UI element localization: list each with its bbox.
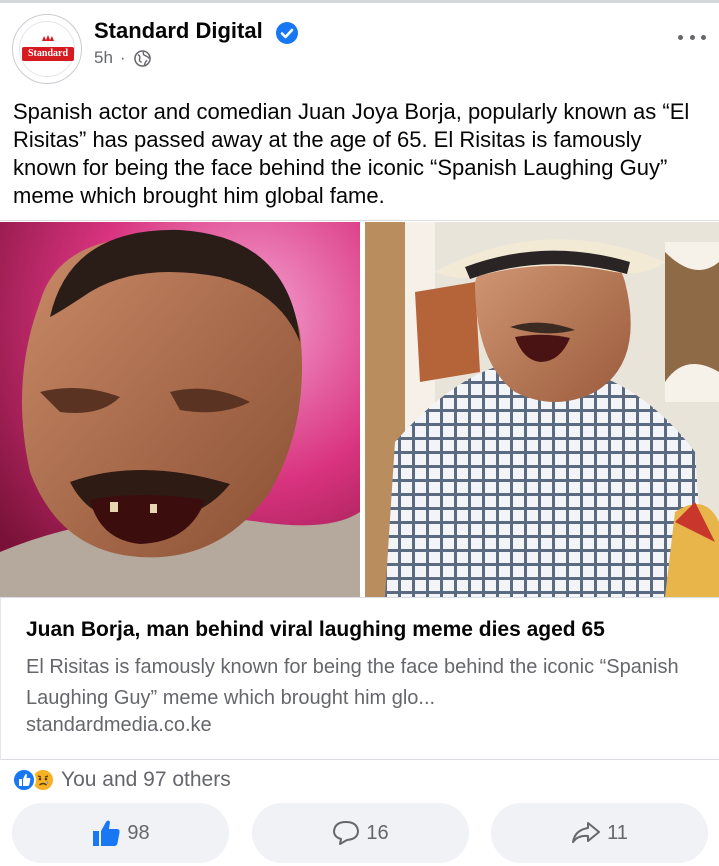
like-count: 98 — [127, 821, 150, 844]
meta-separator: · — [119, 48, 126, 67]
link-preview-card[interactable]: Juan Borja, man behind viral laughing me… — [0, 597, 719, 760]
photo-laughing-man-hat-checked-shirt[interactable] — [365, 222, 719, 597]
link-description: El Risitas is famously known for being t… — [26, 656, 679, 709]
logo-wordmark: Standard — [22, 47, 74, 61]
avatar[interactable]: Standard — [12, 14, 82, 84]
comment-button[interactable]: 16 — [252, 803, 469, 863]
post-photos[interactable] — [0, 220, 719, 597]
dot-icon — [689, 34, 695, 40]
verified-badge-icon — [276, 22, 298, 44]
like-button[interactable]: 98 — [12, 803, 229, 863]
post-time[interactable]: 5h — [94, 48, 113, 68]
page-name[interactable]: Standard Digital — [94, 18, 263, 44]
reaction-summary-text: You and 97 others — [61, 768, 231, 791]
photo-laughing-man-pink-background[interactable] — [0, 222, 360, 597]
globe-icon — [133, 49, 151, 67]
link-domain: standardmedia.co.ke — [26, 714, 212, 736]
comment-icon — [333, 821, 360, 845]
thumbs-up-icon — [93, 820, 120, 846]
post-text: Spanish actor and comedian Juan Joya Bor… — [13, 99, 690, 208]
action-bar: 98 16 11 — [0, 803, 719, 863]
more-options-button[interactable] — [676, 28, 708, 46]
post-header: Standard Standard Digital 5h · — [0, 0, 719, 90]
post-meta: 5h · — [94, 48, 151, 68]
crest-icon — [42, 35, 54, 41]
share-icon — [572, 822, 601, 843]
dot-icon — [678, 34, 683, 40]
reaction-summary[interactable]: You and 97 others — [12, 767, 231, 793]
link-title[interactable]: Juan Borja, man behind viral laughing me… — [26, 618, 706, 642]
share-count: 11 — [607, 821, 628, 844]
share-button[interactable]: 11 — [491, 803, 708, 863]
comment-count: 16 — [366, 821, 389, 844]
dot-icon — [701, 34, 706, 40]
standard-logo: Standard — [19, 21, 75, 77]
like-reaction-icon — [12, 768, 36, 792]
